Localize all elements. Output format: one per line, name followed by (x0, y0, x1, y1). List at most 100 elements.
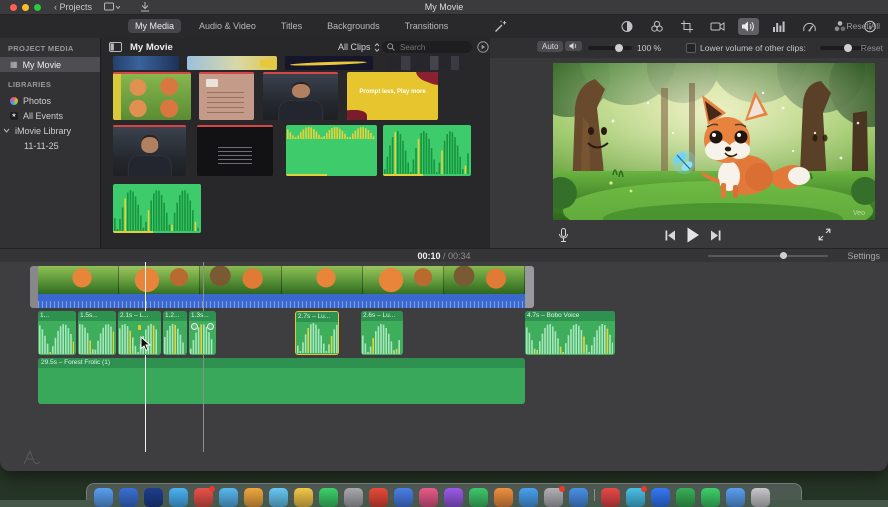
dock-app-icon[interactable] (494, 488, 513, 507)
dock-app-icon[interactable] (651, 488, 670, 507)
media-thumbnail-promo[interactable]: Prompt less, Play more (347, 72, 438, 120)
dock-app-icon[interactable] (701, 488, 720, 507)
all-clips-filter[interactable]: All Clips (338, 42, 380, 52)
media-thumbnail-audio[interactable] (113, 184, 201, 233)
media-thumbnail-webcam[interactable] (113, 125, 186, 176)
audio-clip[interactable]: 2.7s – Lu... (295, 311, 339, 355)
media-thumbnail-strip-swoosh[interactable] (285, 56, 373, 70)
audio-clip[interactable]: 1.3s... (189, 311, 216, 355)
speed-icon[interactable] (799, 18, 820, 35)
color-balance-icon[interactable] (617, 18, 637, 35)
playhead[interactable] (145, 262, 146, 452)
continuous-playback-icon[interactable] (477, 41, 489, 53)
dock-app-icon[interactable] (751, 488, 770, 507)
audio-clip[interactable]: 1... (38, 311, 76, 355)
sidebar-item-imovie-library[interactable]: iMovie Library (0, 123, 100, 138)
clip-trim-handle-left[interactable] (30, 266, 38, 308)
tab-my-media[interactable]: My Media (128, 19, 182, 33)
sidebar-item-event-date[interactable]: 11-11-25 (0, 138, 100, 153)
search-input[interactable] (398, 41, 462, 53)
dock-app-icon[interactable] (544, 486, 565, 507)
waveform-baseline (286, 174, 327, 176)
dock-app-icon[interactable] (469, 488, 488, 507)
dock-app-icon[interactable] (676, 488, 695, 507)
dock-app-icon[interactable] (169, 488, 188, 507)
audio-clip-label: 2.1s – L... (118, 311, 161, 321)
dock-app-icon[interactable] (319, 488, 338, 507)
media-thumbnail-audio-top[interactable] (286, 125, 377, 176)
stabilization-icon[interactable] (707, 18, 728, 35)
audio-clip[interactable]: 1.5s... (78, 311, 116, 355)
media-thumbnail-strip-figs[interactable] (387, 56, 465, 70)
audio-clip[interactable]: 2.6s – Lu... (361, 311, 403, 355)
dock-app-icon[interactable] (519, 488, 538, 507)
dock-app-icon[interactable] (219, 488, 238, 507)
tab-titles[interactable]: Titles (274, 19, 309, 33)
media-thumbnail-grid[interactable] (113, 72, 191, 120)
audio-clip[interactable]: 4.7s – Bobo Voice (525, 311, 615, 355)
video-clip-audio-strip[interactable] (38, 294, 525, 308)
dock-app-icon[interactable] (269, 488, 288, 507)
fade-handle[interactable] (191, 323, 198, 330)
reset-button[interactable]: Reset (861, 43, 883, 53)
dock-app-icon[interactable] (601, 488, 620, 507)
media-thumbnail-strip-sky[interactable] (187, 56, 277, 70)
audio-clip[interactable]: 1.2... (163, 311, 187, 355)
skip-back-icon[interactable] (664, 230, 676, 241)
dock-app-icon[interactable] (244, 488, 263, 507)
record-voiceover-icon[interactable] (558, 228, 569, 243)
reset-all-button[interactable]: Reset All (846, 21, 880, 31)
dock-app-icon[interactable] (144, 488, 163, 507)
color-correction-icon[interactable] (647, 18, 667, 35)
media-thumbnail-doc[interactable] (199, 72, 254, 120)
enhance-wand-icon[interactable] (494, 20, 507, 33)
sidebar-item-all-events[interactable]: ★ All Events (0, 108, 100, 123)
search-box[interactable] (382, 41, 472, 53)
dock-app-icon[interactable] (119, 488, 138, 507)
dock-app-icon[interactable] (369, 488, 388, 507)
dock-app-icon[interactable] (419, 488, 438, 507)
dock-app-icon[interactable] (569, 488, 588, 507)
lower-volume-checkbox[interactable] (686, 43, 696, 53)
preview-canvas[interactable]: Veo (553, 63, 875, 220)
total-duration: / 00:34 (443, 251, 471, 261)
dock-app-icon[interactable] (726, 488, 745, 507)
dock-app-icon[interactable] (194, 486, 215, 507)
dock-app-icon[interactable] (626, 486, 647, 507)
crop-icon[interactable] (677, 18, 697, 35)
all-events-icon: ★ (10, 111, 18, 120)
timeline-zoom-slider[interactable] (708, 252, 828, 259)
volume-slider[interactable] (588, 44, 632, 52)
fade-handle[interactable] (207, 323, 214, 330)
media-thumbnail-terminal[interactable] (197, 125, 273, 176)
dock-app-icon[interactable] (294, 488, 313, 507)
volume-icon[interactable] (738, 18, 759, 35)
dock-app-icon[interactable] (94, 488, 113, 507)
tab-audio-video[interactable]: Audio & Video (192, 19, 263, 33)
dock-app-icon[interactable] (344, 488, 363, 507)
dock-app-icon[interactable] (394, 488, 413, 507)
auto-volume-button[interactable]: Auto (537, 41, 564, 52)
project-media-header: PROJECT MEDIA (8, 44, 74, 53)
sidebar-item-photos[interactable]: Photos (0, 93, 100, 108)
mute-button[interactable] (565, 41, 582, 51)
skip-forward-icon[interactable] (710, 230, 722, 241)
tab-backgrounds[interactable]: Backgrounds (320, 19, 387, 33)
clip-trim-handle-right[interactable] (525, 266, 534, 308)
background-music-clip[interactable]: 29.5s – Forest Frolic (1) (38, 358, 525, 404)
media-thumbnail-strip-blue[interactable] (113, 56, 179, 70)
dock-app-icon[interactable] (444, 488, 463, 507)
thumbnail-progress-bar (199, 72, 254, 74)
timeline-settings-button[interactable]: Settings (847, 251, 880, 261)
fullscreen-icon[interactable] (818, 228, 831, 241)
thumbnail-progress-bar (197, 125, 273, 127)
media-thumbnail-webcam[interactable] (263, 72, 338, 120)
sidebar-item-my-movie[interactable]: ▦ My Movie (0, 57, 100, 72)
video-clip-filmstrip[interactable] (38, 266, 525, 294)
media-thumbnail-audio[interactable] (383, 125, 471, 176)
dock[interactable] (86, 483, 802, 507)
sidebar-toggle-icon[interactable] (109, 42, 122, 52)
play-button[interactable] (686, 227, 700, 243)
noise-reduction-icon[interactable] (769, 18, 789, 35)
tab-transitions[interactable]: Transitions (398, 19, 456, 33)
